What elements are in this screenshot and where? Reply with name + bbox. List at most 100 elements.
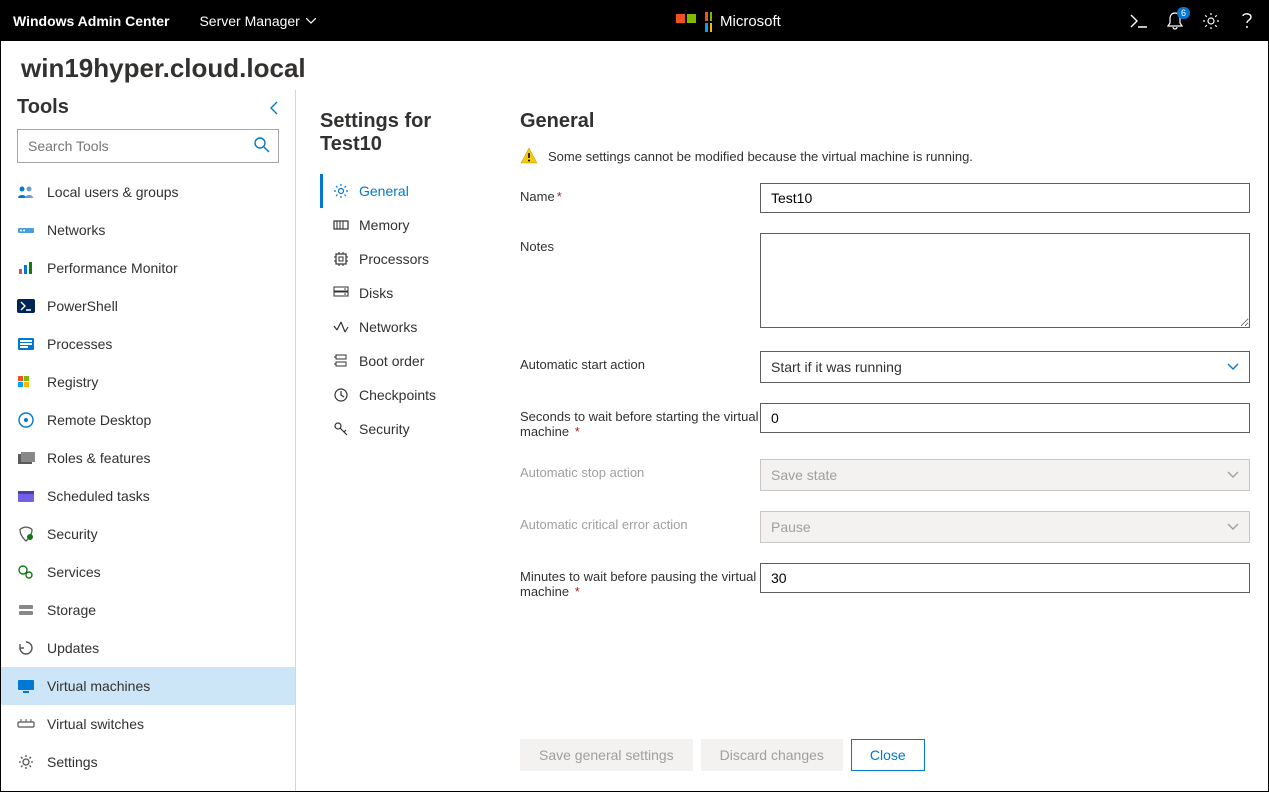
clock-icon (333, 387, 349, 403)
tool-item-services[interactable]: Services (1, 553, 295, 591)
collapse-tools-icon[interactable] (269, 100, 279, 116)
settings-nav-security[interactable]: Security (320, 412, 490, 446)
tool-item-roles-features[interactable]: Roles & features (1, 439, 295, 477)
boot-icon (333, 353, 349, 369)
label-auto-error: Automatic critical error action (520, 511, 760, 532)
chart-icon (17, 259, 35, 277)
tool-item-virtual-machines[interactable]: Virtual machines (1, 667, 295, 705)
auto-start-select[interactable]: Start if it was running (760, 351, 1250, 383)
tool-item-local-users-groups[interactable]: Local users & groups (1, 173, 295, 211)
tool-label: Processes (47, 336, 112, 352)
gear-icon (333, 183, 349, 199)
ms-text: Microsoft (720, 13, 781, 30)
tool-label: Roles & features (47, 450, 151, 466)
nav-label: Checkpoints (359, 387, 436, 403)
disk-icon (333, 285, 349, 301)
tool-item-settings[interactable]: Settings (1, 743, 295, 781)
powershell-console-icon[interactable] (1130, 12, 1148, 30)
tool-list: Local users & groups Networks Performance … (1, 173, 295, 791)
tool-label: Registry (47, 374, 98, 390)
warning-banner: Some settings cannot be modified because… (520, 147, 1256, 165)
settings-nav-networks[interactable]: Networks (320, 310, 490, 344)
settings-nav-disks[interactable]: Disks (320, 276, 490, 310)
settings-nav-processors[interactable]: Processors (320, 242, 490, 276)
warning-icon (520, 147, 538, 165)
settings-nav: Settings for Test10 General Memory Process… (320, 110, 490, 791)
label-name: Name* (520, 183, 760, 204)
tool-label: Performance Monitor (47, 260, 178, 276)
cpu-icon (333, 251, 349, 267)
tool-item-remote-desktop[interactable]: Remote Desktop (1, 401, 295, 439)
name-input[interactable] (760, 183, 1250, 213)
services-icon (17, 563, 35, 581)
footer-buttons: Save general settings Discard changes Cl… (520, 727, 1256, 783)
form-heading: General (520, 110, 1256, 133)
label-minutes-wait: Minutes to wait before pausing the virtu… (520, 563, 760, 599)
tool-label: Security (47, 526, 98, 542)
tool-item-performance-monitor[interactable]: Performance Monitor (1, 249, 295, 287)
help-icon[interactable] (1238, 12, 1256, 30)
notif-badge: 6 (1177, 7, 1190, 19)
process-icon (17, 335, 35, 353)
rdp-icon (17, 411, 35, 429)
nav-label: Memory (359, 217, 410, 233)
settings-nav-checkpoints[interactable]: Checkpoints (320, 378, 490, 412)
settings-gear-icon[interactable] (1202, 12, 1220, 30)
search-icon[interactable] (253, 136, 271, 154)
seconds-wait-input[interactable] (760, 403, 1250, 433)
tool-label: PowerShell (47, 298, 118, 314)
notes-input[interactable] (760, 233, 1250, 328)
tool-item-processes[interactable]: Processes (1, 325, 295, 363)
topbar: Windows Admin Center Server Manager Micr… (1, 1, 1268, 41)
server-manager-menu[interactable]: Server Manager (189, 13, 325, 29)
updates-icon (17, 639, 35, 657)
tool-label: Virtual switches (47, 716, 144, 732)
settings-nav-memory[interactable]: Memory (320, 208, 490, 242)
label-notes: Notes (520, 233, 760, 254)
settings-nav-boot-order[interactable]: Boot order (320, 344, 490, 378)
tool-item-powershell[interactable]: PowerShell (1, 287, 295, 325)
tools-search (17, 129, 279, 163)
settings-title: Settings for Test10 (320, 110, 490, 156)
chevron-down-icon (1227, 363, 1239, 371)
label-seconds-wait: Seconds to wait before starting the virt… (520, 403, 760, 439)
tool-item-storage[interactable]: Storage (1, 591, 295, 629)
tool-item-security[interactable]: Security (1, 515, 295, 553)
chevron-down-icon (1227, 523, 1239, 531)
nav-label: Security (359, 421, 410, 437)
tool-label: Virtual machines (47, 678, 150, 694)
tool-label: Settings (47, 754, 98, 770)
vm-icon (17, 677, 35, 695)
tool-label: Networks (47, 222, 105, 238)
label-auto-start: Automatic start action (520, 351, 760, 372)
nav-label: Networks (359, 319, 417, 335)
tool-item-scheduled-tasks[interactable]: Scheduled tasks (1, 477, 295, 515)
tool-item-updates[interactable]: Updates (1, 629, 295, 667)
close-button[interactable]: Close (851, 739, 925, 771)
chevron-down-icon (1227, 471, 1239, 479)
tool-label: Services (47, 564, 101, 580)
sched-icon (17, 487, 35, 505)
discard-button[interactable]: Discard changes (701, 739, 843, 771)
storage-icon (17, 601, 35, 619)
tool-item-virtual-switches[interactable]: Virtual switches (1, 705, 295, 743)
tool-label: Storage (47, 602, 96, 618)
notifications-icon[interactable]: 6 (1166, 12, 1184, 30)
ms-brand: Microsoft (326, 10, 1130, 32)
key-icon (333, 421, 349, 437)
net-icon (333, 319, 349, 335)
label-auto-stop: Automatic stop action (520, 459, 760, 480)
nav-label: Disks (359, 285, 393, 301)
tool-item-registry[interactable]: Registry (1, 363, 295, 401)
chevron-down-icon (306, 18, 316, 24)
search-input[interactable] (17, 129, 279, 163)
tool-item-networks[interactable]: Networks (1, 211, 295, 249)
brand-link[interactable]: Windows Admin Center (13, 13, 189, 29)
menu-label: Server Manager (199, 13, 299, 29)
users-icon (17, 183, 35, 201)
tools-title: Tools (17, 96, 69, 119)
save-button[interactable]: Save general settings (520, 739, 693, 771)
settings-nav-general[interactable]: General (320, 174, 490, 208)
security-icon (17, 525, 35, 543)
minutes-wait-input[interactable] (760, 563, 1250, 593)
